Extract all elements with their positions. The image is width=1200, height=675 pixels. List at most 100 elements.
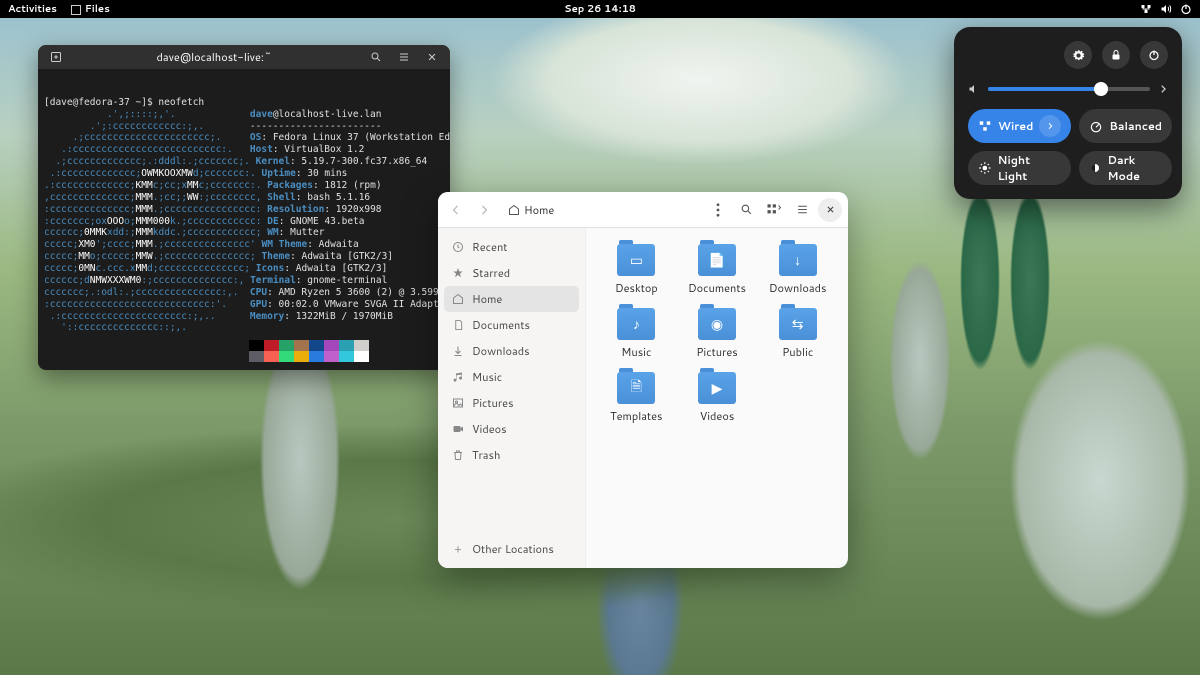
folder-videos[interactable]: ▶ Videos	[677, 372, 758, 436]
night-light-toggle[interactable]: Night Light	[968, 151, 1071, 185]
music-icon	[452, 371, 464, 383]
folder-icon: 🗎	[617, 372, 655, 404]
clock-icon	[452, 241, 464, 253]
close-button[interactable]	[818, 198, 842, 222]
sidebar-item-downloads[interactable]: Downloads	[444, 338, 579, 364]
folder-icon: ⇆	[779, 308, 817, 340]
clock[interactable]: Sep 26 14:18	[564, 2, 636, 16]
sidebar-item-other-locations[interactable]: + Other Locations	[444, 536, 579, 562]
night-light-label: Night Light	[998, 152, 1062, 184]
folder-public[interactable]: ⇆Public	[757, 308, 838, 372]
path-bar[interactable]: Home	[500, 197, 702, 223]
folder-label: Music	[621, 344, 651, 360]
sidebar-item-trash[interactable]: Trash	[444, 442, 579, 468]
sidebar-item-recent[interactable]: Recent	[444, 234, 579, 260]
sidebar-label: Music	[472, 369, 502, 385]
folder-label: Templates	[610, 408, 662, 424]
folder-downloads[interactable]: ↓ Downloads	[757, 244, 838, 308]
sidebar-label: Videos	[472, 421, 507, 437]
search-button[interactable]	[734, 198, 758, 222]
wired-icon	[978, 119, 992, 133]
folder-pictures[interactable]: ◉ Pictures	[677, 308, 758, 372]
sidebar-label: Home	[472, 291, 502, 307]
sidebar-label: Pictures	[472, 395, 514, 411]
folder-icon: ▭	[617, 244, 655, 276]
folder-label: Videos	[700, 408, 735, 424]
home-icon	[508, 204, 520, 216]
location-menu-button[interactable]	[706, 198, 730, 222]
wired-label: Wired	[998, 118, 1033, 134]
file-grid[interactable]: ▭Desktop 📄 Documents ↓ Downloads ♪ Music ◉ Pictu…	[586, 228, 848, 568]
files-sidebar: Recent Starred Home Documents Downloads Music…	[438, 228, 586, 568]
folder-label: Documents	[688, 280, 746, 296]
path-label: Home	[524, 202, 554, 218]
quick-settings-panel: Wired Balanced Night Light Dark Mode	[954, 27, 1182, 199]
power-button[interactable]	[1140, 41, 1168, 69]
night-light-icon	[978, 161, 992, 175]
power-mode-icon	[1089, 119, 1103, 133]
settings-button[interactable]	[1064, 41, 1092, 69]
view-icon-button[interactable]	[762, 198, 786, 222]
sidebar-item-videos[interactable]: Videos	[444, 416, 579, 442]
slider-thumb[interactable]	[1094, 82, 1108, 96]
view-list-button[interactable]	[790, 198, 814, 222]
vid-icon	[452, 423, 464, 435]
volume-min-icon[interactable]	[968, 83, 980, 95]
sidebar-label: Downloads	[472, 343, 530, 359]
folder-desktop[interactable]: ▭Desktop	[596, 244, 677, 308]
sidebar-item-starred[interactable]: Starred	[444, 260, 579, 286]
folder-icon: ◉	[698, 308, 736, 340]
doc-icon	[452, 319, 464, 331]
folder-label: Downloads	[769, 280, 827, 296]
home-icon	[452, 293, 464, 305]
menu-button[interactable]	[392, 45, 416, 69]
trash-icon	[452, 449, 464, 461]
balanced-toggle[interactable]: Balanced	[1079, 109, 1172, 143]
new-tab-button[interactable]	[44, 45, 68, 69]
terminal-output[interactable]: [dave@fedora-37 ~]$ neofetch .',;::::;,'…	[38, 69, 450, 370]
sidebar-label: Documents	[472, 317, 530, 333]
down-icon	[452, 345, 464, 357]
dark-mode-toggle[interactable]: Dark Mode	[1079, 151, 1172, 185]
dark-mode-icon	[1089, 161, 1101, 175]
folder-icon: ▶	[698, 372, 736, 404]
terminal-titlebar[interactable]: dave@localhost-live:~	[38, 45, 450, 69]
files-window: Home Recent Starred Home Documents Downloads…	[438, 192, 848, 568]
volume-icon[interactable]	[1160, 3, 1172, 15]
terminal-window: dave@localhost-live:~ [dave@fedora-37 ~]…	[38, 45, 450, 370]
back-button[interactable]	[444, 198, 468, 222]
sidebar-item-home[interactable]: Home	[444, 286, 579, 312]
close-button[interactable]	[420, 45, 444, 69]
balanced-label: Balanced	[1109, 118, 1162, 134]
wired-toggle[interactable]: Wired	[968, 109, 1071, 143]
folder-templates[interactable]: 🗎 Templates	[596, 372, 677, 436]
folder-music[interactable]: ♪ Music	[596, 308, 677, 372]
terminal-title: dave@localhost-live:~	[68, 49, 360, 65]
volume-slider[interactable]	[988, 87, 1150, 91]
sidebar-label: Starred	[472, 265, 510, 281]
top-bar: Activities Files Sep 26 14:18	[0, 0, 1200, 18]
forward-button[interactable]	[472, 198, 496, 222]
files-topbar-button[interactable]: Files	[71, 2, 110, 16]
network-icon[interactable]	[1140, 3, 1152, 15]
folder-icon: ♪	[617, 308, 655, 340]
lock-button[interactable]	[1102, 41, 1130, 69]
sidebar-item-pictures[interactable]: Pictures	[444, 390, 579, 416]
sidebar-item-documents[interactable]: Documents	[444, 312, 579, 338]
plus-icon: +	[452, 541, 464, 557]
star-icon	[452, 267, 464, 279]
sidebar-label: Trash	[472, 447, 500, 463]
folder-icon: 📄	[698, 244, 736, 276]
dark-mode-label: Dark Mode	[1107, 152, 1162, 184]
sidebar-label: Other Locations	[472, 541, 554, 557]
activities-button[interactable]: Activities	[8, 2, 57, 16]
folder-icon: ↓	[779, 244, 817, 276]
folder-label: Pictures	[696, 344, 738, 360]
wired-expand-icon[interactable]	[1039, 115, 1061, 137]
search-button[interactable]	[364, 45, 388, 69]
chevron-right-icon[interactable]	[1158, 84, 1168, 94]
folder-documents[interactable]: 📄 Documents	[677, 244, 758, 308]
pic-icon	[452, 397, 464, 409]
power-icon[interactable]	[1180, 3, 1192, 15]
sidebar-item-music[interactable]: Music	[444, 364, 579, 390]
